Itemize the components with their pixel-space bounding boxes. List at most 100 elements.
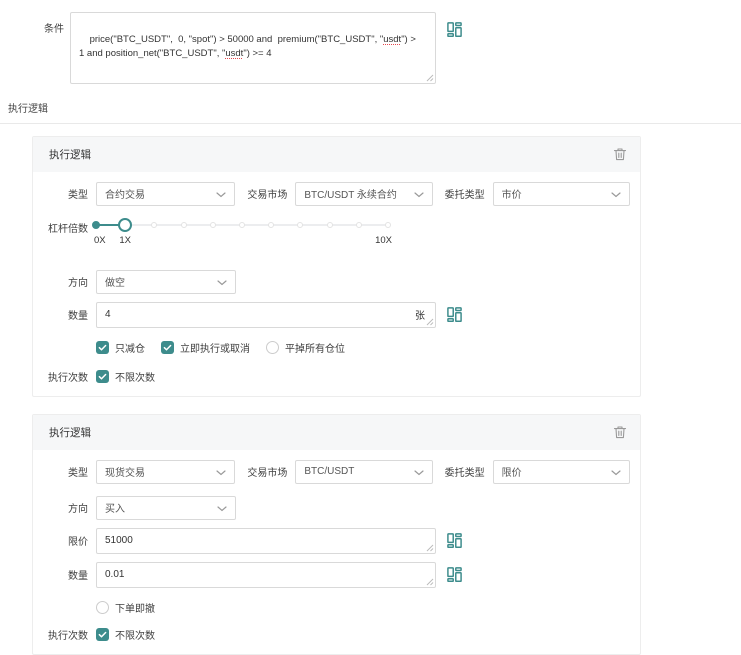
section-divider xyxy=(0,123,741,124)
delete-card-button[interactable] xyxy=(613,147,627,161)
direction-select[interactable]: 做空 xyxy=(96,270,236,294)
blocks-icon xyxy=(446,21,463,38)
checkbox-label: 立即执行或取消 xyxy=(180,340,250,355)
checkbox-label: 平掉所有仓位 xyxy=(285,340,345,355)
checkbox-unlimited-times[interactable]: 不限次数 xyxy=(96,369,155,384)
chevron-down-icon xyxy=(414,470,424,476)
direction-select-value: 做空 xyxy=(105,274,125,289)
blocks-icon xyxy=(446,532,463,549)
chevron-down-icon xyxy=(216,470,226,476)
chevron-down-icon xyxy=(217,506,227,512)
checkbox-checked-icon xyxy=(96,628,109,641)
leverage-max-label: 10X xyxy=(375,235,392,246)
checkbox-unchecked-icon xyxy=(266,341,279,354)
checkbox-label: 不限次数 xyxy=(115,627,155,642)
condition-label: 条件 xyxy=(0,12,64,35)
blocks-icon xyxy=(446,566,463,583)
leverage-value-label: 1X xyxy=(119,235,131,246)
type-select[interactable]: 合约交易 xyxy=(96,182,235,206)
card-body: 类型 现货交易 交易市场 BTC/USDT 委托类型 限价 方向 买入 xyxy=(33,450,640,654)
delete-card-button[interactable] xyxy=(613,425,627,439)
chevron-down-icon xyxy=(414,192,424,198)
condition-row: 条件 price("BTC_USDT", 0, "spot") > 50000 … xyxy=(0,0,741,84)
resize-handle-icon xyxy=(426,74,434,82)
order-type-select-value: 限价 xyxy=(502,464,522,479)
order-type-select-value: 市价 xyxy=(502,186,522,201)
market-select[interactable]: BTC/USDT 永续合约 xyxy=(295,182,432,206)
resize-handle-icon xyxy=(426,578,434,586)
checkbox-checked-icon xyxy=(96,341,109,354)
slider-dot xyxy=(297,222,303,228)
type-select[interactable]: 现货交易 xyxy=(96,460,235,484)
slider-dot xyxy=(356,222,362,228)
slider-dot xyxy=(181,222,187,228)
chevron-down-icon xyxy=(217,280,227,286)
type-label: 类型 xyxy=(48,186,88,201)
checkbox-cancel-after-order[interactable]: 下单即撤 xyxy=(96,600,155,615)
limit-price-input[interactable]: 51000 xyxy=(96,528,436,554)
type-select-value: 现货交易 xyxy=(105,464,145,479)
condition-block-editor-button[interactable] xyxy=(446,21,463,38)
exec-count-label: 执行次数 xyxy=(48,627,88,642)
type-label: 类型 xyxy=(48,464,88,479)
chevron-down-icon xyxy=(611,470,621,476)
market-label: 交易市场 xyxy=(247,464,287,479)
execution-logic-card-1: 执行逻辑 类型 合约交易 交易市场 BTC/USDT 永续合约 委托类型 市价 … xyxy=(32,136,641,397)
market-select-value: BTC/USDT 永续合约 xyxy=(304,186,397,201)
quantity-label: 数量 xyxy=(48,307,88,322)
limit-price-block-editor-button[interactable] xyxy=(446,532,463,549)
trash-icon xyxy=(613,425,627,439)
card-body: 类型 合约交易 交易市场 BTC/USDT 永续合约 委托类型 市价 杠杆倍数 xyxy=(33,172,640,396)
market-select-value: BTC/USDT xyxy=(304,466,354,477)
leverage-label: 杠杆倍数 xyxy=(48,216,88,235)
quantity-block-editor-button[interactable] xyxy=(446,566,463,583)
checkbox-reduce-only[interactable]: 只减仓 xyxy=(96,340,145,355)
resize-handle-icon xyxy=(426,544,434,552)
quantity-input[interactable]: 4 张 xyxy=(96,302,436,328)
leverage-min-label: 0X xyxy=(94,235,106,246)
checkbox-label: 下单即撤 xyxy=(115,600,155,615)
checkbox-unlimited-times[interactable]: 不限次数 xyxy=(96,627,155,642)
quantity-block-editor-button[interactable] xyxy=(446,306,463,323)
quantity-label: 数量 xyxy=(48,567,88,582)
quantity-value: 4 xyxy=(105,309,111,320)
order-type-label: 委托类型 xyxy=(445,464,485,479)
card-header: 执行逻辑 xyxy=(33,415,640,450)
section-title: 执行逻辑 xyxy=(8,100,741,115)
checkbox-unchecked-icon xyxy=(96,601,109,614)
order-type-select[interactable]: 限价 xyxy=(493,460,630,484)
slider-dot xyxy=(92,221,100,229)
direction-select[interactable]: 买入 xyxy=(96,496,236,520)
checkbox-close-all-positions[interactable]: 平掉所有仓位 xyxy=(266,340,345,355)
slider-dot xyxy=(385,222,391,228)
slider-dot xyxy=(268,222,274,228)
direction-label: 方向 xyxy=(48,274,88,289)
leverage-slider-handle[interactable] xyxy=(118,218,132,232)
order-type-select[interactable]: 市价 xyxy=(493,182,630,206)
card-title: 执行逻辑 xyxy=(49,425,91,440)
quantity-value: 0.01 xyxy=(105,569,124,580)
condition-input[interactable]: price("BTC_USDT", 0, "spot") > 50000 and… xyxy=(70,12,436,84)
leverage-slider[interactable]: 0X 1X 10X xyxy=(96,218,388,248)
chevron-down-icon xyxy=(216,192,226,198)
card-header: 执行逻辑 xyxy=(33,137,640,172)
resize-handle-icon xyxy=(426,318,434,326)
checkbox-label: 只减仓 xyxy=(115,340,145,355)
checkbox-label: 不限次数 xyxy=(115,369,155,384)
checkbox-ioc[interactable]: 立即执行或取消 xyxy=(161,340,250,355)
slider-dot xyxy=(151,222,157,228)
chevron-down-icon xyxy=(611,192,621,198)
trash-icon xyxy=(613,147,627,161)
type-select-value: 合约交易 xyxy=(105,186,145,201)
slider-dot xyxy=(239,222,245,228)
checkbox-checked-icon xyxy=(96,370,109,383)
card-title: 执行逻辑 xyxy=(49,147,91,162)
slider-dot xyxy=(210,222,216,228)
market-select[interactable]: BTC/USDT xyxy=(295,460,432,484)
market-label: 交易市场 xyxy=(247,186,287,201)
limit-price-label: 限价 xyxy=(48,533,88,548)
direction-label: 方向 xyxy=(48,500,88,515)
blocks-icon xyxy=(446,306,463,323)
quantity-input[interactable]: 0.01 xyxy=(96,562,436,588)
quantity-unit: 张 xyxy=(415,307,425,322)
